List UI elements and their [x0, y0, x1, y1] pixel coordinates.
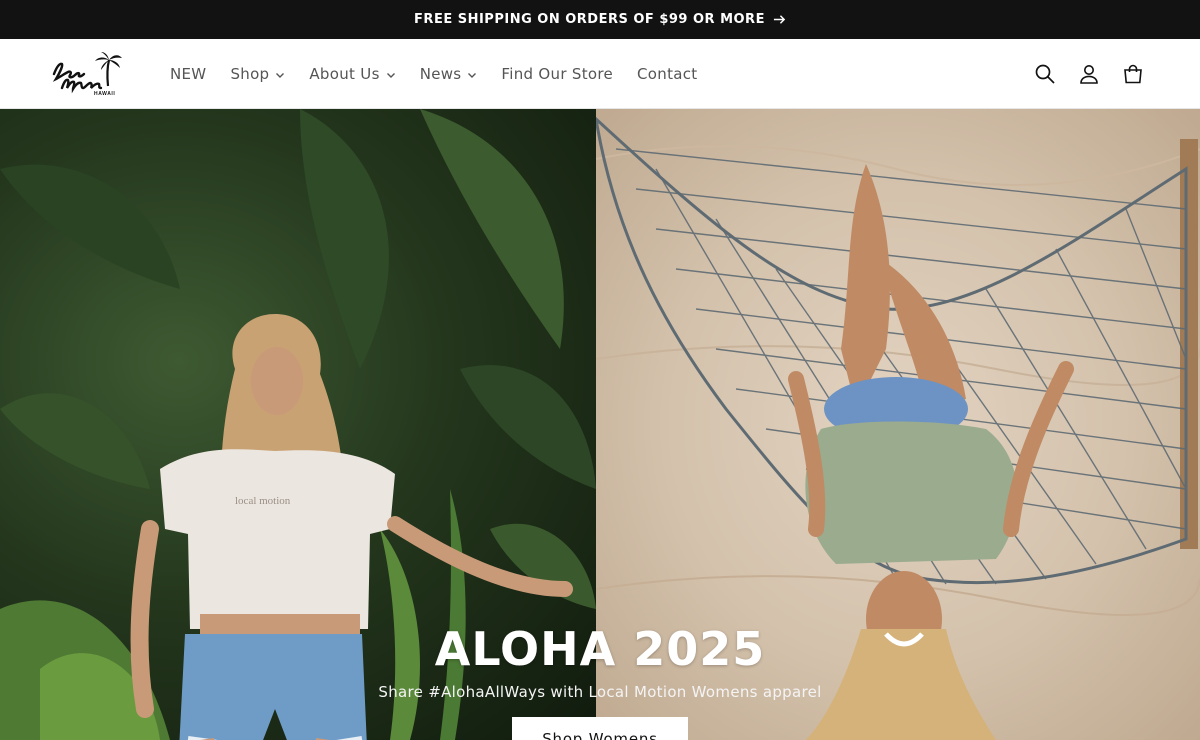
shop-womens-button[interactable]: Shop Womens — [512, 717, 688, 740]
local-motion-logo[interactable]: HAWAII — [50, 51, 122, 96]
main-nav: NEW Shop About Us News Find Our Store Co… — [158, 65, 710, 83]
chevron-down-icon — [276, 72, 285, 78]
hero-banner: local motion ALOHA 2025 Share #AlohaAllW… — [0, 109, 1200, 740]
nav-item-label: Find Our Store — [501, 64, 614, 83]
nav-item-new[interactable]: NEW — [158, 65, 218, 83]
nav-item-contact[interactable]: Contact — [625, 65, 709, 83]
chevron-down-icon — [468, 72, 477, 78]
cart-button[interactable] — [1121, 62, 1145, 86]
search-icon — [1035, 64, 1055, 84]
nav-item-about-us[interactable]: About Us — [297, 65, 407, 83]
nav-item-label: News — [419, 64, 462, 83]
account-button[interactable] — [1077, 62, 1101, 86]
hero-title: ALOHA 2025 — [434, 622, 766, 676]
hero-subtitle: Share #AlohaAllWays with Local Motion Wo… — [378, 683, 822, 701]
cart-icon — [1124, 64, 1142, 84]
nav-item-label: Shop — [230, 64, 270, 83]
chevron-down-icon — [386, 72, 395, 78]
nav-item-news[interactable]: News — [408, 65, 490, 83]
announcement-text: FREE SHIPPING ON ORDERS OF $99 OR MORE — [414, 12, 765, 27]
svg-text:HAWAII: HAWAII — [94, 91, 115, 96]
announcement-link[interactable]: FREE SHIPPING ON ORDERS OF $99 OR MORE — [414, 12, 786, 27]
account-icon — [1080, 65, 1098, 84]
nav-item-shop[interactable]: Shop — [218, 65, 297, 83]
arrow-right-icon — [773, 15, 786, 24]
nav-item-label: NEW — [170, 64, 207, 83]
hero-content: ALOHA 2025 Share #AlohaAllWays with Loca… — [0, 621, 1200, 740]
header-icons — [1033, 39, 1145, 109]
svg-text:local motion: local motion — [235, 495, 291, 507]
nav-item-label: About Us — [309, 64, 380, 83]
announcement-bar: FREE SHIPPING ON ORDERS OF $99 OR MORE — [0, 0, 1200, 39]
nav-item-label: Contact — [637, 64, 698, 83]
nav-item-find-our-store[interactable]: Find Our Store — [489, 65, 625, 83]
site-header: HAWAII NEW Shop About Us News Find Our S… — [0, 39, 1200, 109]
search-button[interactable] — [1033, 62, 1057, 86]
